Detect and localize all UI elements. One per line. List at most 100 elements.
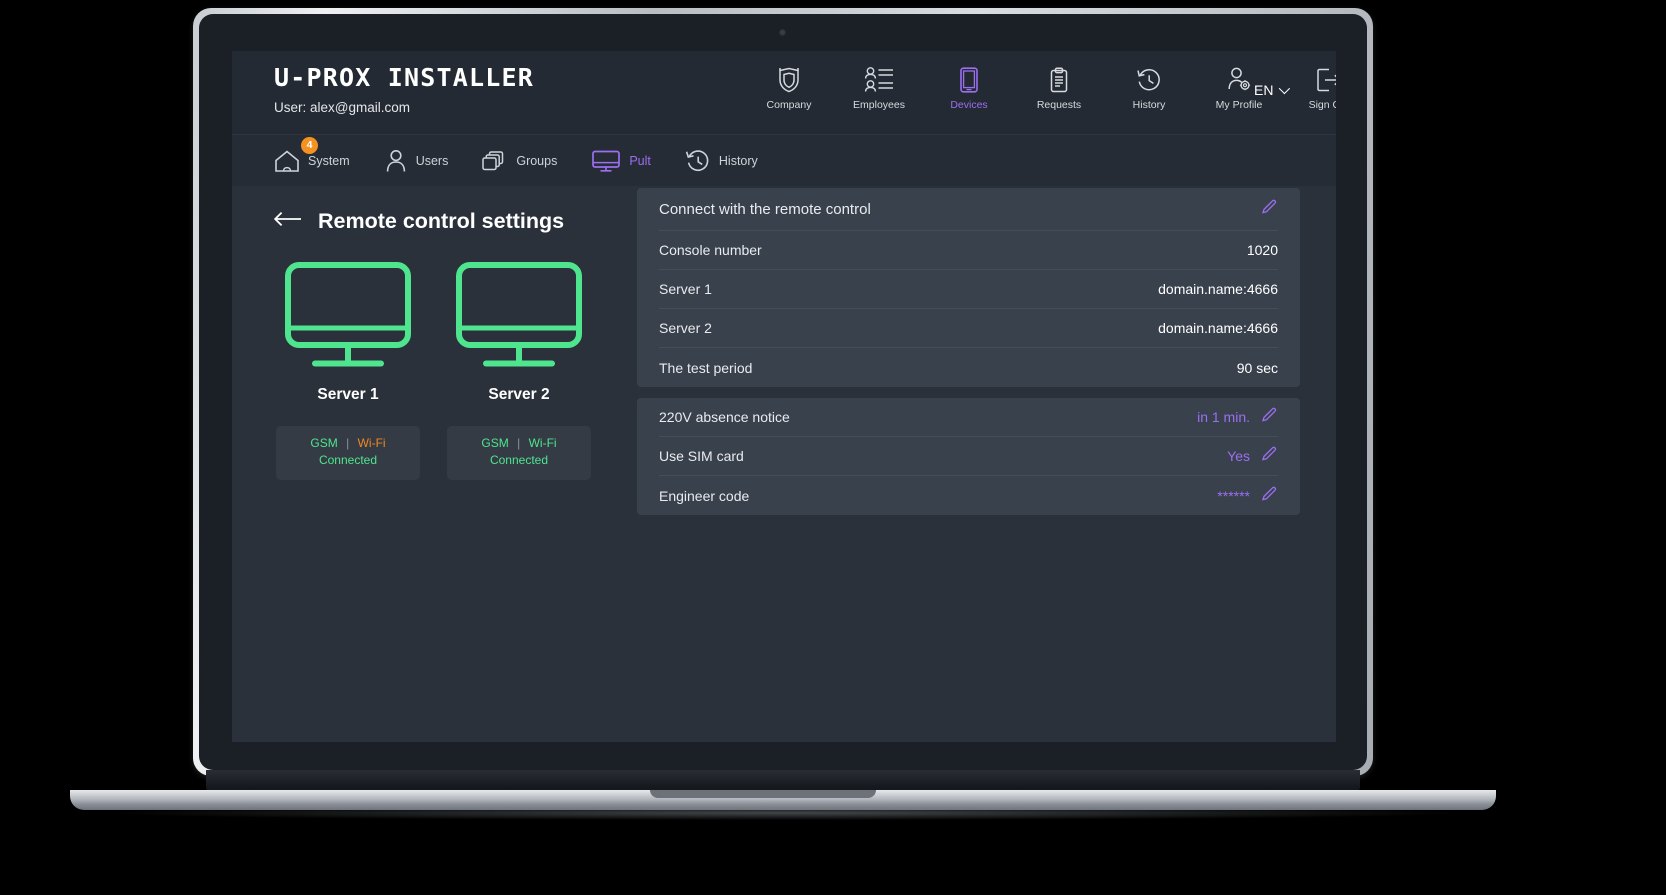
pencil-icon[interactable]: [1261, 198, 1278, 220]
settings-row-key: The test period: [659, 359, 753, 376]
topnav-item-employees[interactable]: Employees: [849, 67, 909, 111]
settings-row-value: Yes: [1227, 448, 1250, 464]
user-gear-icon: [1226, 67, 1252, 93]
settings-row-value-wrap: 90 sec: [1237, 360, 1278, 376]
pencil-icon[interactable]: [1261, 406, 1278, 428]
settings-row-value: domain.name:4666: [1158, 320, 1278, 336]
shield-icon: [778, 67, 800, 93]
channel-separator: |: [346, 436, 350, 450]
settings-row-value: 1020: [1246, 242, 1278, 258]
topnav-item-requests[interactable]: Requests: [1029, 67, 1089, 111]
server-name: Server 2: [488, 386, 550, 403]
topnav-item-devices[interactable]: Devices: [939, 67, 999, 111]
device-tablet-icon: [958, 67, 980, 93]
channel-gsm: GSM: [310, 436, 338, 450]
topnav-label: Company: [766, 99, 812, 111]
sub-navigation: System 4 Users Groups Pult History: [232, 134, 1336, 186]
subnav-item-history[interactable]: History: [685, 149, 758, 173]
subnav-item-system[interactable]: System 4: [274, 136, 350, 173]
history-icon: [685, 149, 711, 173]
laptop-notch: [650, 790, 876, 798]
settings-row-value-wrap: ******: [1217, 485, 1278, 507]
main-content: Remote control settings Server 1 GSM | W…: [232, 186, 1336, 742]
pencil-icon[interactable]: [1261, 445, 1278, 467]
subnav-item-pult[interactable]: Pult: [591, 149, 651, 173]
app-window: U-PROX INSTALLER User: alex@gmail.com Co…: [232, 51, 1336, 742]
app-logo: U-PROX INSTALLER: [274, 63, 535, 92]
server-card[interactable]: Server 1 GSM | Wi-Fi Connected: [276, 261, 420, 480]
settings-row-key: Engineer code: [659, 487, 750, 504]
settings-row-value: in 1 min.: [1197, 409, 1250, 425]
monitor-icon: [454, 261, 584, 374]
settings-row-value-wrap: domain.name:4666: [1158, 320, 1278, 336]
settings-row-key: Console number: [659, 242, 762, 258]
page-title: Remote control settings: [273, 209, 565, 234]
laptop-hinge: [206, 770, 1360, 792]
server-name: Server 1: [317, 386, 379, 403]
language-selector[interactable]: EN: [1254, 82, 1291, 98]
employees-icon: [864, 67, 894, 93]
sign-out-icon: [1316, 67, 1336, 93]
channel-wifi: Wi-Fi: [528, 436, 557, 450]
settings-row-value: domain.name:4666: [1158, 281, 1278, 297]
settings-row-console-number: Console number 1020: [659, 231, 1278, 270]
server-channels: GSM | Wi-Fi: [447, 435, 591, 452]
user-icon: [384, 149, 408, 173]
settings-group-connection: Connect with the remote control Console …: [637, 188, 1300, 387]
settings-group-options: 220V absence notice in 1 min. Use SIM ca…: [637, 398, 1300, 515]
topnav-item-sign-out[interactable]: Sign Out: [1299, 67, 1336, 111]
webcam-icon: [779, 29, 786, 36]
channel-separator: |: [517, 436, 521, 450]
settings-row-test-period: The test period 90 sec: [659, 348, 1278, 387]
settings-group-header: Connect with the remote control: [659, 188, 1278, 231]
settings-panel: Connect with the remote control Console …: [637, 188, 1300, 515]
settings-row-value: 90 sec: [1236, 359, 1278, 376]
topnav-label: Requests: [1036, 99, 1082, 111]
server-card[interactable]: Server 2 GSM | Wi-Fi Connected: [447, 261, 591, 480]
current-user-label: User: alex@gmail.com: [274, 100, 410, 115]
server-status: Connected: [318, 453, 378, 468]
server-card-list: Server 1 GSM | Wi-Fi Connected Server 2 …: [276, 261, 591, 480]
subnav-label: System: [308, 153, 350, 168]
settings-group-title: Connect with the remote control: [659, 200, 871, 218]
subnav-label: History: [718, 153, 758, 168]
server-status-box: GSM | Wi-Fi Connected: [276, 426, 420, 480]
settings-row-server-1: Server 1 domain.name:4666: [659, 270, 1278, 309]
monitor-icon: [591, 149, 621, 173]
settings-row-key: Server 2: [659, 320, 712, 336]
settings-row-220v-absence-notice[interactable]: 220V absence notice in 1 min.: [659, 398, 1278, 437]
monitor-icon: [283, 261, 413, 374]
settings-row-engineer-code[interactable]: Engineer code ******: [659, 476, 1278, 515]
pencil-icon[interactable]: [1261, 485, 1278, 507]
settings-row-server-2: Server 2 domain.name:4666: [659, 309, 1278, 348]
status-badge: 4: [301, 136, 318, 154]
panel-divider: [637, 387, 1300, 398]
clock-icon: [1136, 67, 1162, 93]
settings-row-value-wrap: domain.name:4666: [1158, 281, 1278, 297]
topnav-label: My Profile: [1215, 99, 1263, 111]
subnav-item-users[interactable]: Users: [384, 149, 448, 173]
arrow-left-icon[interactable]: [273, 211, 302, 232]
channel-wifi: Wi-Fi: [357, 436, 386, 450]
groups-icon: [482, 149, 508, 173]
channel-gsm: GSM: [481, 436, 509, 450]
topnav-item-history[interactable]: History: [1119, 67, 1179, 111]
laptop-shadow: [120, 806, 1450, 820]
settings-row-value-wrap: in 1 min.: [1197, 406, 1278, 428]
page-title-text: Remote control settings: [318, 209, 565, 233]
server-channels: GSM | Wi-Fi: [276, 435, 420, 452]
settings-row-key: Server 1: [659, 281, 712, 297]
clipboard-icon: [1048, 67, 1070, 93]
topnav-label: Sign Out: [1308, 99, 1336, 111]
topnav-label: History: [1132, 99, 1166, 111]
app-header: U-PROX INSTALLER User: alex@gmail.com Co…: [232, 51, 1336, 134]
subnav-label: Groups: [516, 153, 558, 168]
server-status: Connected: [489, 453, 549, 468]
settings-row-use-sim-card[interactable]: Use SIM card Yes: [659, 437, 1278, 476]
topnav-label: Employees: [853, 99, 905, 111]
settings-row-key: Use SIM card: [659, 448, 744, 464]
top-navigation: Company Employees Devices Requests Histo…: [759, 67, 1336, 111]
settings-row-value: ******: [1217, 487, 1250, 504]
subnav-item-groups[interactable]: Groups: [482, 149, 557, 173]
topnav-item-company[interactable]: Company: [759, 67, 819, 111]
